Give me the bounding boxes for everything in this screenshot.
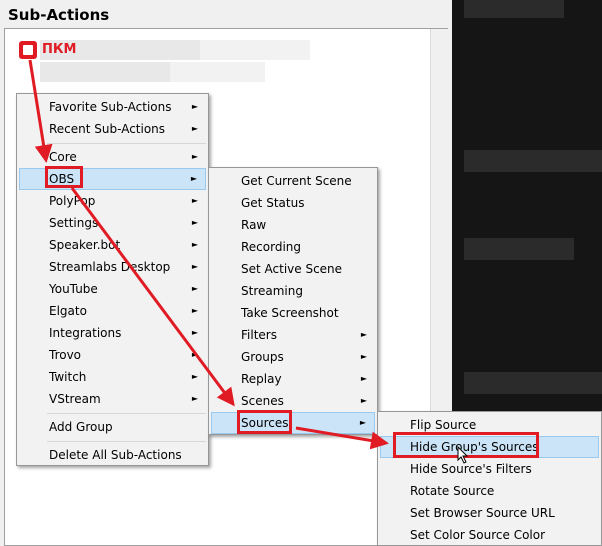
annotation-arrows (28, 59, 389, 450)
arrow-pkm-to-obs (28, 59, 53, 163)
arrow-sources-to-hide-groups (295, 426, 389, 450)
mouse-cursor-icon (457, 446, 469, 464)
arrow-obs-to-sources (70, 187, 235, 407)
